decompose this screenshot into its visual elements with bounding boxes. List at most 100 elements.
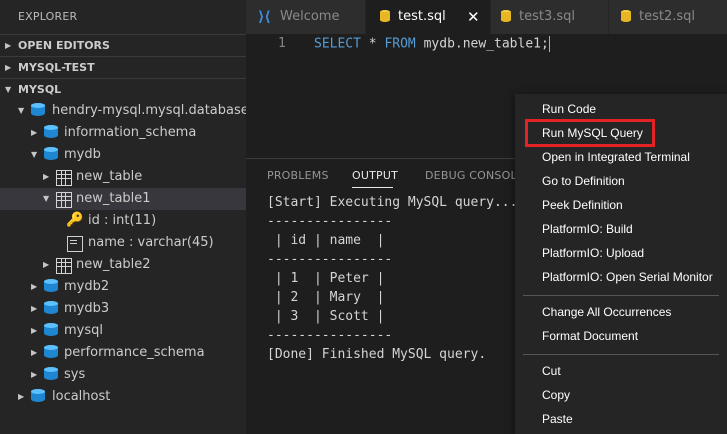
close-icon[interactable]: ✕ (467, 0, 480, 34)
chevron-down-icon: ▼ (18, 106, 25, 115)
explorer-sidebar: EXPLORER ▶ OPEN EDITORS ▶ MYSQL-TEST ▼ M… (0, 0, 280, 434)
editor-tab-bar: ⟩⟨ Welcome test.sql ✕ test3.sql test2.sq… (246, 0, 727, 34)
output-line: ---------------- (267, 252, 393, 267)
chevron-right-icon: ▶ (31, 128, 38, 137)
active-tab-indicator (352, 187, 393, 188)
tree-item-label: mydb2 (64, 279, 110, 294)
tab-test-sql[interactable]: test.sql ✕ (366, 0, 490, 34)
keyword-select: SELECT (314, 36, 361, 52)
output-line: | 1 | Peter | (267, 271, 385, 286)
menu-item-format-document[interactable]: Format Document (515, 325, 727, 347)
output-line: [Done] Finished MySQL query. (267, 347, 487, 362)
output-line: ---------------- (267, 214, 393, 229)
tree-item-mydb[interactable]: ▼ mydb (0, 144, 246, 166)
text-cursor (548, 36, 550, 52)
database-icon (44, 279, 60, 295)
database-icon (44, 125, 60, 141)
explorer-title: EXPLORER (18, 10, 78, 23)
tab-output[interactable]: OUTPUT (352, 169, 398, 182)
tree-item-new-table2[interactable]: ▶ new_table2 (0, 254, 246, 276)
menu-item-paste[interactable]: Paste (515, 408, 727, 430)
tab-debug-console[interactable]: DEBUG CONSOLE (425, 169, 524, 182)
chevron-down-icon: ▼ (43, 194, 50, 203)
tree-item-label: mydb3 (64, 301, 110, 316)
tree-item-label: name : varchar(45) (88, 235, 214, 250)
database-icon (31, 389, 47, 405)
menu-item-platformio-build[interactable]: PlatformIO: Build (515, 218, 727, 240)
section-label: MYSQL (18, 83, 62, 96)
tree-item-label: sys (64, 367, 86, 382)
tree-item-mydb3[interactable]: ▶ mydb3 (0, 298, 246, 320)
chevron-right-icon: ▶ (43, 172, 50, 181)
section-mysql[interactable]: ▼ MYSQL (0, 78, 246, 100)
chevron-right-icon: ▶ (31, 282, 38, 291)
line-number: 1 (278, 36, 286, 51)
keyword-from: FROM (384, 36, 416, 52)
tree-item-label: information_schema (64, 125, 197, 140)
code-star: * (360, 36, 385, 52)
menu-item-run-mysql-query[interactable]: Run MySQL Query (515, 122, 727, 144)
chevron-right-icon: ▶ (31, 370, 38, 379)
chevron-right-icon: ▶ (5, 63, 12, 72)
tree-item-label: new_table1 (76, 191, 151, 206)
chevron-down-icon: ▼ (5, 85, 12, 94)
tab-welcome[interactable]: ⟩⟨ Welcome (246, 0, 365, 34)
tree-item-column-id[interactable]: 🔑 id : int(11) (0, 210, 246, 232)
sql-file-icon (380, 10, 390, 23)
tree-item-new-table[interactable]: ▶ new_table (0, 166, 246, 188)
chevron-right-icon: ▶ (31, 348, 38, 357)
database-icon (44, 323, 60, 339)
menu-item-open-integrated-terminal[interactable]: Open in Integrated Terminal (515, 146, 727, 168)
tree-item-label: new_table2 (76, 257, 151, 272)
column-icon (67, 236, 83, 252)
tree-item-server[interactable]: ▼ hendry-mysql.mysql.database.az... (0, 100, 280, 122)
menu-item-peek-definition[interactable]: Peek Definition (515, 194, 727, 216)
code-line[interactable]: SELECT * FROM mydb.new_table1; (314, 36, 550, 52)
tree-item-sys[interactable]: ▶ sys (0, 364, 246, 386)
tree-item-label: id : int(11) (88, 213, 157, 228)
chevron-right-icon: ▶ (31, 326, 38, 335)
tree-item-localhost[interactable]: ▶ localhost (0, 386, 246, 408)
menu-item-platformio-upload[interactable]: PlatformIO: Upload (515, 242, 727, 264)
menu-item-change-all-occurrences[interactable]: Change All Occurrences (515, 301, 727, 323)
table-icon (56, 192, 72, 208)
section-mysql-test[interactable]: ▶ MYSQL-TEST (0, 56, 246, 78)
tab-label: test2.sql (639, 9, 696, 24)
section-label: MYSQL-TEST (18, 61, 95, 74)
tree-item-performance-schema[interactable]: ▶ performance_schema (0, 342, 246, 364)
chevron-right-icon: ▶ (43, 260, 50, 269)
tree-item-column-name[interactable]: name : varchar(45) (0, 232, 246, 254)
tab-test3-sql[interactable]: test3.sql (491, 0, 608, 34)
tree-item-label: mysql (64, 323, 103, 338)
menu-item-cut[interactable]: Cut (515, 360, 727, 382)
table-icon (56, 170, 72, 186)
menu-item-platformio-serial-monitor[interactable]: PlatformIO: Open Serial Monitor (515, 266, 727, 288)
menu-item-run-code[interactable]: Run Code (515, 98, 727, 120)
database-icon (44, 147, 60, 163)
tree-item-label: performance_schema (64, 345, 205, 360)
output-line: ---------------- (267, 328, 393, 343)
tree-item-mydb2[interactable]: ▶ mydb2 (0, 276, 246, 298)
chevron-right-icon: ▶ (18, 392, 25, 401)
code-table-ref: mydb.new_table1; (415, 36, 549, 52)
menu-item-go-to-definition[interactable]: Go to Definition (515, 170, 727, 192)
tree-item-mysql[interactable]: ▶ mysql (0, 320, 246, 342)
database-icon (44, 345, 60, 361)
database-icon (31, 103, 47, 119)
sql-file-icon (501, 10, 511, 23)
tree-item-new-table1[interactable]: ▼ new_table1 (0, 188, 246, 210)
section-open-editors[interactable]: ▶ OPEN EDITORS (0, 34, 246, 56)
tab-problems[interactable]: PROBLEMS (267, 169, 329, 182)
key-icon: 🔑 (66, 212, 84, 228)
tree-item-information-schema[interactable]: ▶ information_schema (0, 122, 246, 144)
chevron-right-icon: ▶ (31, 304, 38, 313)
vscode-icon: ⟩⟨ (258, 9, 271, 25)
chevron-right-icon: ▶ (5, 41, 12, 50)
menu-item-copy[interactable]: Copy (515, 384, 727, 406)
chevron-down-icon: ▼ (31, 150, 38, 159)
tab-test2-sql[interactable]: test2.sql (609, 0, 727, 34)
tree-item-label: new_table (76, 169, 143, 184)
database-icon (44, 301, 60, 317)
tab-label: test3.sql (519, 9, 576, 24)
output-line: | 2 | Mary | (267, 290, 385, 305)
